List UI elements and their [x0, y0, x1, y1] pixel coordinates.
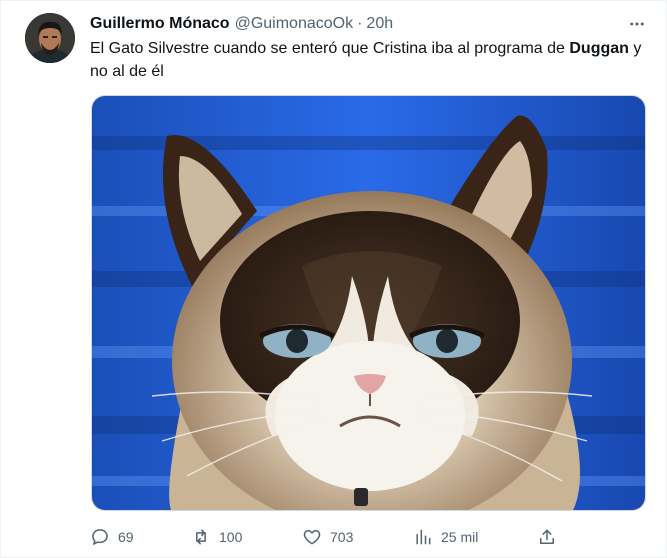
- retweet-button[interactable]: 100: [191, 521, 242, 553]
- more-options-button[interactable]: [623, 13, 651, 35]
- retweet-icon: [196, 529, 206, 545]
- tweet-text: El Gato Silvestre cuando se enteró que C…: [90, 37, 650, 83]
- grumpy-cat-photo: [92, 96, 645, 510]
- like-count: 703: [330, 529, 354, 545]
- avatar-portrait: [25, 13, 75, 63]
- author-name[interactable]: Guillermo Mónaco: [90, 15, 230, 33]
- share-button[interactable]: [537, 521, 557, 553]
- share-upload-icon: [540, 529, 554, 544]
- views-bar-chart-icon: [416, 529, 431, 545]
- heart-icon: [303, 530, 321, 545]
- separator-dot: ·: [357, 15, 363, 32]
- avatar[interactable]: [25, 13, 75, 63]
- tweet-text-part-1: El Gato Silvestre cuando se enteró que C…: [90, 40, 570, 57]
- tweet-text-mention: Duggan: [569, 40, 629, 57]
- retweet-count: 100: [219, 529, 243, 545]
- reply-icon: [92, 529, 108, 545]
- like-button[interactable]: 703: [302, 521, 353, 553]
- tweet-time[interactable]: 20h: [366, 15, 393, 33]
- views-count: 25 mil: [441, 529, 479, 545]
- tweet-media-image[interactable]: [91, 95, 646, 511]
- tweet-actions-bar: 69 100 703 25 mil: [90, 521, 570, 553]
- reply-button[interactable]: 69: [90, 521, 134, 553]
- tweet-header: Guillermo Mónaco @GuimonacoOk · 20h: [90, 13, 393, 35]
- views-button[interactable]: 25 mil: [413, 521, 478, 553]
- more-horizontal-icon: [630, 22, 644, 26]
- author-handle[interactable]: @GuimonacoOk: [235, 15, 354, 33]
- reply-count: 69: [118, 529, 134, 545]
- tweet-card[interactable]: Guillermo Mónaco @GuimonacoOk · 20h El G…: [0, 0, 667, 558]
